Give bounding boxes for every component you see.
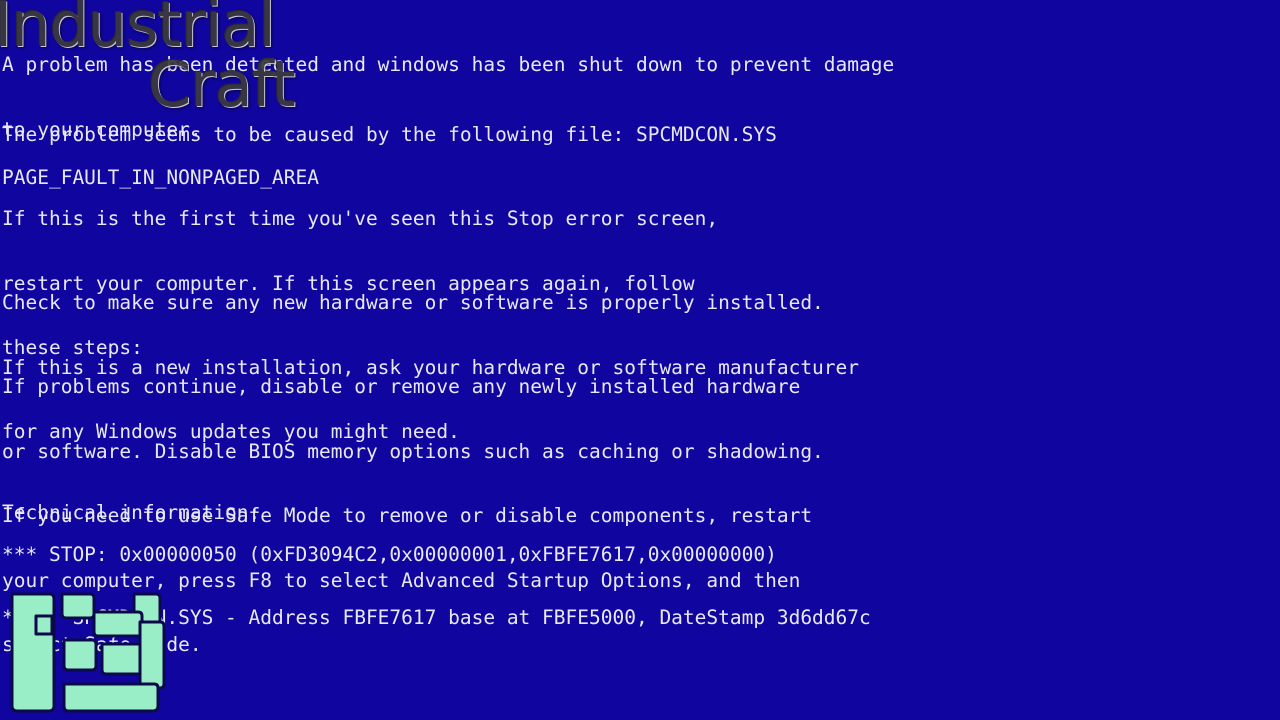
bsod-line: If problems continue, disable or remove … [2, 375, 801, 398]
bsod-line: If this is the first time you've seen th… [2, 207, 719, 230]
channel-logo-icon [6, 588, 166, 714]
bsod-line: *** STOP: 0x00000050 (0xFD3094C2,0x00000… [2, 543, 777, 566]
bsod-screen: A problem has been detected and windows … [0, 0, 1280, 720]
bsod-text-layer: A problem has been detected and windows … [0, 0, 1280, 720]
bsod-line: A problem has been detected and windows … [2, 53, 895, 76]
bsod-line: Check to make sure any new hardware or s… [2, 291, 824, 314]
